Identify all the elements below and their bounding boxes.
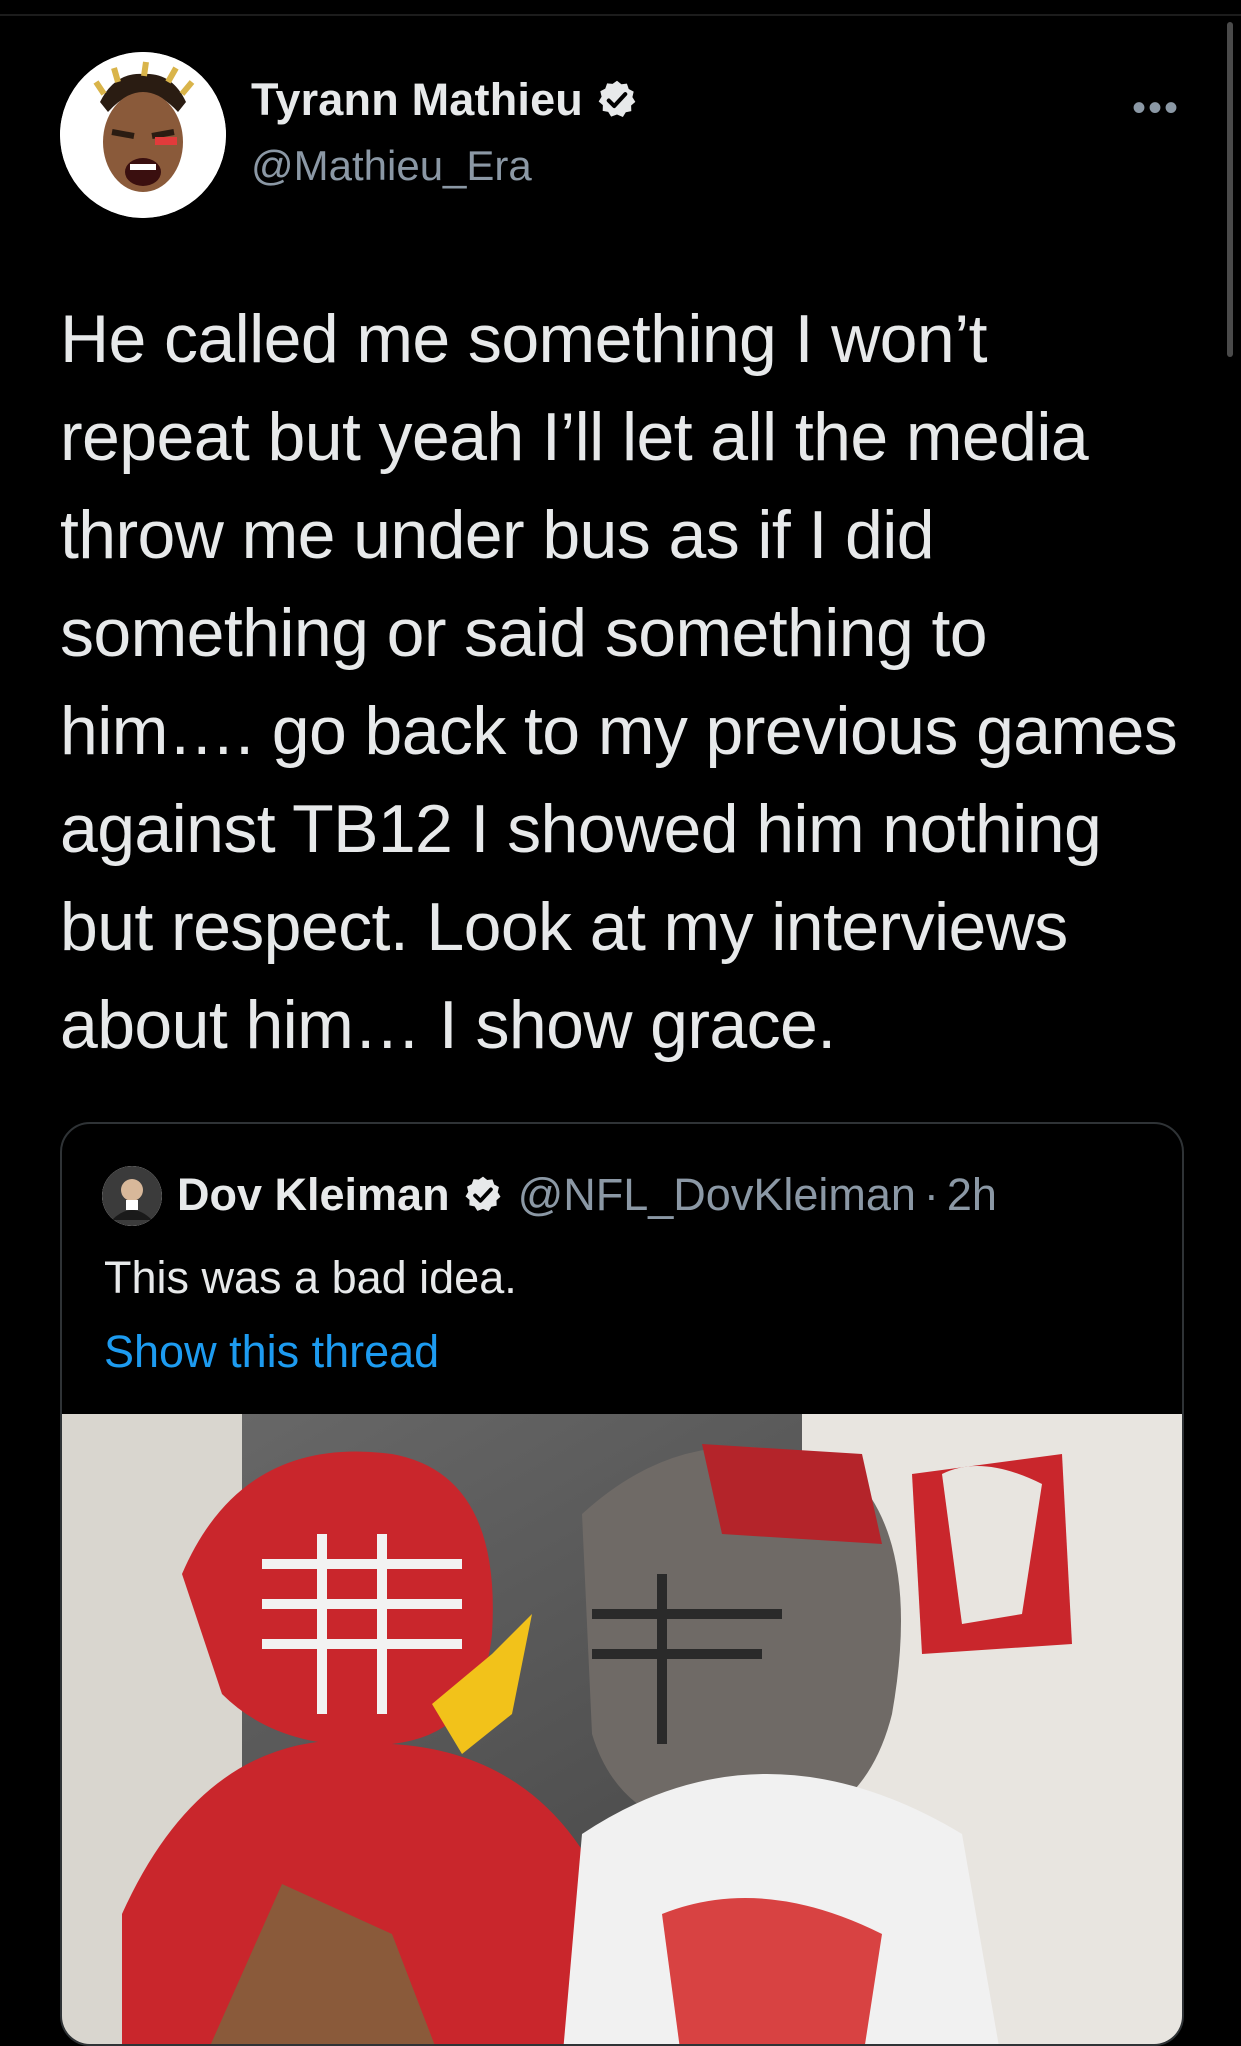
person-avatar-icon [102,1166,162,1226]
quoted-tweet-time[interactable]: 2h [947,1169,997,1221]
verified-badge-icon [465,1176,501,1212]
cartoon-avatar-icon [60,52,226,218]
football-players-photo [62,1414,1182,2044]
scrollbar[interactable] [1227,22,1233,357]
separator-dot: · [923,1169,939,1220]
author-name[interactable]: Tyrann Mathieu [251,74,583,126]
show-thread-link[interactable]: Show this thread [104,1326,439,1378]
more-dots-icon[interactable]: ••• [1132,86,1180,131]
tweet-text: He called me something I won’t repeat bu… [60,301,1178,1063]
quoted-tweet-header: Dov Kleiman @NFL_DovKleiman · 2h [177,1169,997,1221]
quoted-author-name[interactable]: Dov Kleiman [177,1169,450,1221]
author-name-row: Tyrann Mathieu [251,74,639,126]
author-avatar[interactable] [60,52,226,218]
verified-badge-icon [598,80,636,118]
quoted-tweet-text: This was a bad idea. [104,1252,517,1303]
quoted-author-avatar[interactable] [102,1166,162,1226]
quoted-author-handle[interactable]: @NFL_DovKleiman [518,1169,916,1221]
quoted-tweet-media[interactable] [62,1414,1182,2044]
author-handle[interactable]: @Mathieu_Era [251,142,532,190]
quoted-tweet-card[interactable]: Dov Kleiman @NFL_DovKleiman · 2h This wa… [60,1122,1184,2046]
top-divider [0,14,1241,16]
